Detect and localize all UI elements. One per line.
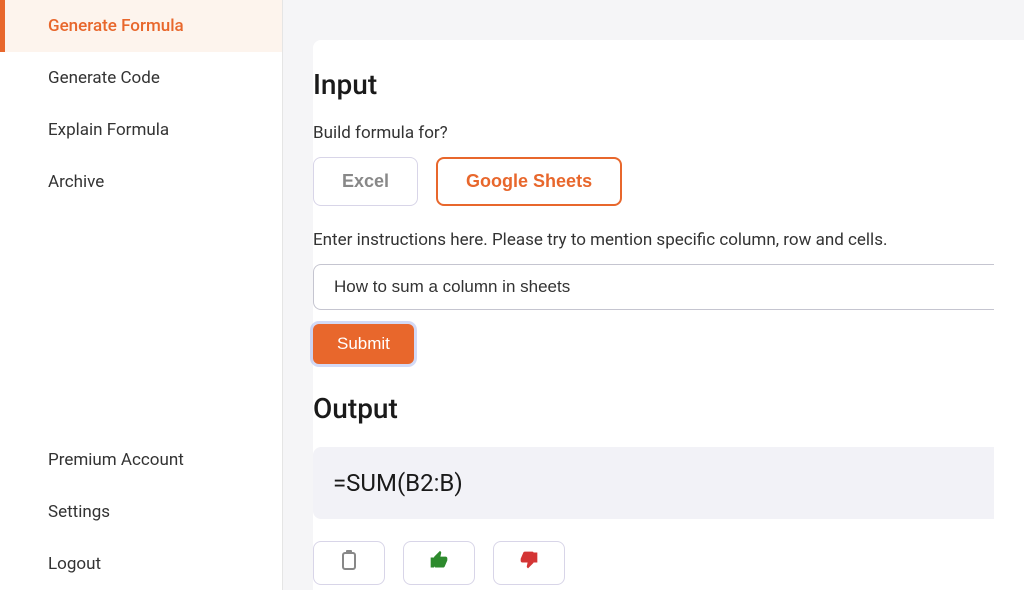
platform-google-sheets-button[interactable]: Google Sheets	[436, 157, 622, 206]
sidebar-item-generate-formula[interactable]: Generate Formula	[0, 0, 282, 52]
thumbs-up-button[interactable]	[403, 541, 475, 585]
formula-card: Input Build formula for? Excel Google Sh…	[313, 40, 1024, 590]
sidebar: Generate Formula Generate Code Explain F…	[0, 0, 283, 590]
thumbs-down-icon	[519, 550, 539, 576]
sidebar-item-archive[interactable]: Archive	[0, 156, 282, 208]
platform-excel-button[interactable]: Excel	[313, 157, 418, 206]
platform-button-group: Excel Google Sheets	[313, 157, 994, 206]
platform-label: Build formula for?	[313, 123, 994, 143]
thumbs-up-icon	[429, 550, 449, 576]
sidebar-item-premium-account[interactable]: Premium Account	[0, 434, 282, 486]
sidebar-bottom-group: Premium Account Settings Logout	[0, 434, 282, 590]
thumbs-down-button[interactable]	[493, 541, 565, 585]
output-result-text: =SUM(B2:B)	[333, 469, 974, 497]
output-section: Output =SUM(B2:B)	[313, 392, 994, 585]
copy-button[interactable]	[313, 541, 385, 585]
sidebar-item-logout[interactable]: Logout	[0, 538, 282, 590]
instructions-label: Enter instructions here. Please try to m…	[313, 230, 994, 250]
sidebar-item-generate-code[interactable]: Generate Code	[0, 52, 282, 104]
submit-button[interactable]: Submit	[313, 324, 414, 364]
clipboard-icon	[340, 550, 358, 576]
sidebar-item-explain-formula[interactable]: Explain Formula	[0, 104, 282, 156]
sidebar-top-group: Generate Formula Generate Code Explain F…	[0, 0, 282, 434]
instructions-input[interactable]	[313, 264, 994, 310]
output-action-buttons	[313, 541, 994, 585]
input-section-title: Input	[313, 68, 994, 101]
main-content: Input Build formula for? Excel Google Sh…	[283, 0, 1024, 590]
sidebar-item-settings[interactable]: Settings	[0, 486, 282, 538]
output-section-title: Output	[313, 392, 994, 425]
output-box: =SUM(B2:B)	[313, 447, 994, 519]
